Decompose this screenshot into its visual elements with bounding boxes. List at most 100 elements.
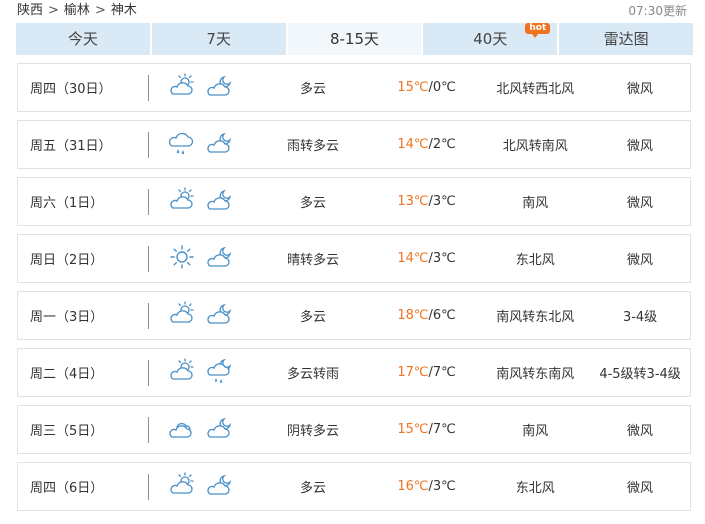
temperature: 16℃/3℃ xyxy=(373,479,481,494)
temp-low: /6℃ xyxy=(428,308,456,323)
temp-low: /3℃ xyxy=(428,251,456,266)
temp-high: 15℃ xyxy=(397,80,429,95)
weather-icons xyxy=(148,186,253,218)
temp-high: 18℃ xyxy=(397,308,429,323)
temp-low: /2℃ xyxy=(428,137,456,152)
breadcrumb-county: 神木 xyxy=(110,3,137,18)
weather-icons xyxy=(148,471,253,503)
weather-icons xyxy=(148,243,253,275)
weather-desc: 阴转多云 xyxy=(286,424,339,439)
temperature: 14℃/2℃ xyxy=(373,137,481,152)
temperature: 13℃/3℃ xyxy=(373,194,481,209)
forecast-row: 周四（6日） 多云 16℃/3℃ 东北风 微风 xyxy=(17,462,691,511)
breadcrumb-province[interactable]: 陕西 xyxy=(17,2,43,20)
tab-radar[interactable]: 雷达图 xyxy=(559,23,693,55)
partly-cloudy-icon xyxy=(168,300,196,332)
temp-low: /7℃ xyxy=(428,365,456,380)
wind-level: 微风 xyxy=(627,139,654,154)
sunny-icon xyxy=(168,243,196,275)
night-cloudy-icon xyxy=(206,243,234,275)
wind-level: 微风 xyxy=(627,424,654,439)
weather-desc: 多云 xyxy=(299,310,326,325)
day-label: 周五（31日） xyxy=(30,139,112,154)
partly-cloudy-icon xyxy=(168,471,196,503)
partly-cloudy-icon xyxy=(168,186,196,218)
wind-level: 微风 xyxy=(627,253,654,268)
day-label: 周三（5日） xyxy=(30,424,104,439)
wind-direction: 南风转东北风 xyxy=(496,310,575,325)
rain-icon xyxy=(168,129,196,161)
temperature: 15℃/0℃ xyxy=(373,80,481,95)
forecast-tabs: 今天 7天 8-15天 40天 hot 雷达图 xyxy=(16,23,693,55)
temp-low: /3℃ xyxy=(428,479,456,494)
wind-direction: 南风 xyxy=(522,424,549,439)
wind-direction: 南风转东南风 xyxy=(496,367,575,382)
forecast-row: 周日（2日） 晴转多云 14℃/3℃ 东北风 微风 xyxy=(17,234,691,283)
breadcrumb-separator: > xyxy=(94,3,106,18)
wind-direction: 东北风 xyxy=(515,481,555,496)
hot-badge: hot xyxy=(525,23,551,38)
night-cloudy-icon xyxy=(206,414,234,446)
wind-direction: 北风转西北风 xyxy=(496,82,575,97)
forecast-row: 周三（5日） 阴转多云 15℃/7℃ 南风 微风 xyxy=(17,405,691,454)
partly-cloudy-icon xyxy=(168,72,196,104)
temperature: 17℃/7℃ xyxy=(373,365,481,380)
wind-level: 4-5级转3-4级 xyxy=(599,367,681,382)
wind-direction: 北风转南风 xyxy=(502,139,568,154)
day-label: 周四（30日） xyxy=(30,82,112,97)
forecast-row: 周一（3日） 多云 18℃/6℃ 南风转东北风 3-4级 xyxy=(17,291,691,340)
night-cloudy-icon xyxy=(206,186,234,218)
temp-high: 15℃ xyxy=(397,422,429,437)
weather-icons xyxy=(148,72,253,104)
weather-icons xyxy=(148,357,253,389)
temp-high: 16℃ xyxy=(397,479,429,494)
temp-high: 13℃ xyxy=(397,194,429,209)
forecast-row: 周四（30日） 多云 15℃/0℃ 北风转西北风 微风 xyxy=(17,63,691,112)
weather-desc: 晴转多云 xyxy=(286,253,339,268)
weather-desc: 多云 xyxy=(299,196,326,211)
wind-level: 3-4级 xyxy=(622,310,658,325)
temp-high: 14℃ xyxy=(397,137,429,152)
weather-desc: 多云 xyxy=(299,481,326,496)
weather-desc: 雨转多云 xyxy=(286,139,339,154)
temp-low: /7℃ xyxy=(428,422,456,437)
night-cloudy-icon xyxy=(206,300,234,332)
night-rain-icon xyxy=(206,357,234,389)
day-label: 周日（2日） xyxy=(30,253,104,268)
wind-direction: 东北风 xyxy=(515,253,555,268)
wind-level: 微风 xyxy=(627,481,654,496)
update-time: 07:30更新 xyxy=(628,4,687,18)
forecast-row: 周五（31日） 雨转多云 14℃/2℃ 北风转南风 微风 xyxy=(17,120,691,169)
night-cloudy-icon xyxy=(206,72,234,104)
overcast-icon xyxy=(168,414,196,446)
temperature: 14℃/3℃ xyxy=(373,251,481,266)
temp-low: /3℃ xyxy=(428,194,456,209)
temp-high: 14℃ xyxy=(397,251,429,266)
weather-desc: 多云 xyxy=(299,82,326,97)
breadcrumb: 陕西 > 榆林 > 神木 xyxy=(17,2,137,20)
day-label: 周四（6日） xyxy=(30,481,104,496)
day-label: 周二（4日） xyxy=(30,367,104,382)
forecast-list: 周四（30日） 多云 15℃/0℃ 北风转西北风 微风 周五（31日） 雨转多云 14℃/2℃… xyxy=(17,63,691,519)
tab-40days-label: 40天 xyxy=(473,30,508,48)
forecast-row: 周六（1日） 多云 13℃/3℃ 南风 微风 xyxy=(17,177,691,226)
partly-cloudy-icon xyxy=(168,357,196,389)
wind-level: 微风 xyxy=(627,82,654,97)
wind-direction: 南风 xyxy=(522,196,549,211)
tab-today[interactable]: 今天 xyxy=(16,23,150,55)
weather-icons xyxy=(148,129,253,161)
temp-low: /0℃ xyxy=(428,80,456,95)
weather-icons xyxy=(148,300,253,332)
wind-level: 微风 xyxy=(627,196,654,211)
breadcrumb-city[interactable]: 榆林 xyxy=(64,2,90,20)
day-label: 周一（3日） xyxy=(30,310,104,325)
day-label: 周六（1日） xyxy=(30,196,104,211)
weather-icons xyxy=(148,414,253,446)
temperature: 18℃/6℃ xyxy=(373,308,481,323)
forecast-row: 周二（4日） 多云转雨 17℃/7℃ 南风转东南风 4-5级转3-4级 xyxy=(17,348,691,397)
tab-40days[interactable]: 40天 hot xyxy=(423,23,558,55)
weather-desc: 多云转雨 xyxy=(286,367,339,382)
tab-8-15days[interactable]: 8-15天 xyxy=(287,23,422,55)
night-cloudy-icon xyxy=(206,471,234,503)
tab-7days[interactable]: 7天 xyxy=(151,23,286,55)
